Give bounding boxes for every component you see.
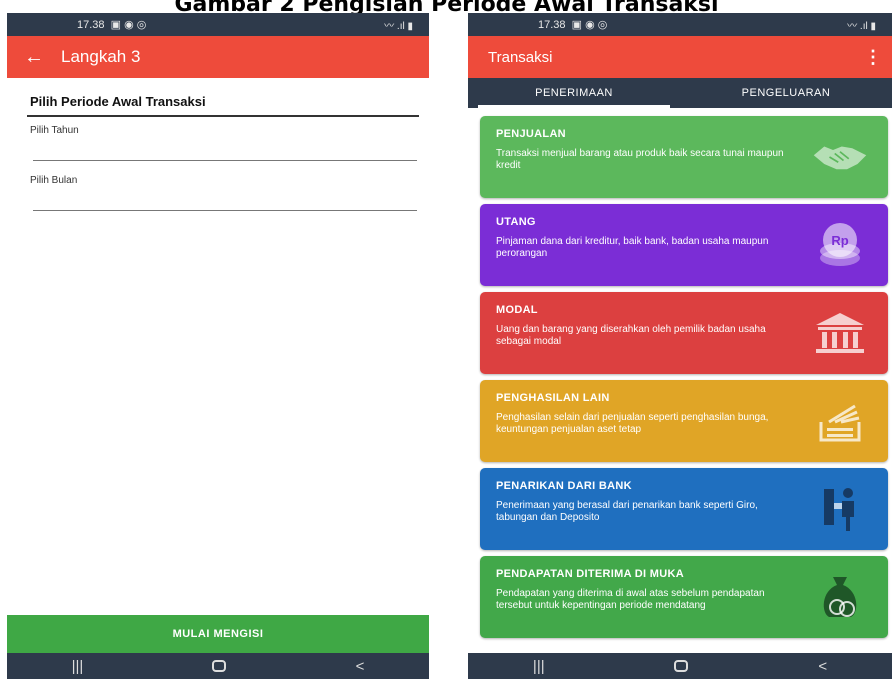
month-select-field[interactable] [33,210,417,211]
bank-icon [812,309,868,357]
left-phone-screen: 17.38 ▣ ◉ ◎ 〰 .ıl ▮ ← Langkah 3 Pilih Pe… [7,13,429,679]
status-bar: 17.38 ▣ ◉ ◎ 〰 .ıl ▮ [468,13,892,36]
handshake-icon [812,133,868,181]
card-title: MODAL [496,304,538,316]
card-penjualan[interactable]: PENJUALAN Transaksi menjual barang atau … [480,116,888,198]
status-notification-icons: ▣ ◉ ◎ [110,19,147,31]
card-description: Penerimaan yang berasal dari penarikan b… [496,500,758,523]
svg-text:Rp: Rp [831,233,848,248]
home-icon[interactable] [212,660,227,672]
card-title: UTANG [496,216,536,228]
card-title: PENDAPATAN DITERIMA DI MUKA [496,568,684,580]
status-signal-icons: 〰 .ıl ▮ [384,21,413,32]
home-icon[interactable] [674,660,689,672]
card-penghasilan-lain[interactable]: PENGHASILAN LAIN Penghasilan selain dari… [480,380,888,462]
money-bag-icon [812,573,868,621]
card-modal[interactable]: MODAL Uang dan barang yang diserahkan ol… [480,292,888,374]
card-description: Pinjaman dana dari kreditur, baik bank, … [496,236,769,259]
status-bar: 17.38 ▣ ◉ ◎ 〰 .ıl ▮ [7,13,429,36]
card-description: Uang dan barang yang diserahkan oleh pem… [496,324,766,347]
tab-penerimaan[interactable]: PENERIMAAN [468,78,680,108]
atm-withdraw-icon [812,485,868,533]
year-select-field[interactable] [33,160,417,161]
year-field-label: Pilih Tahun [30,125,79,136]
coin-icon: Rp [812,221,868,269]
cash-stack-icon [812,397,868,445]
period-form: Pilih Periode Awal Transaksi Pilih Tahun… [7,78,429,211]
status-time: 17.38 [538,19,566,31]
section-heading: Pilih Periode Awal Transaksi [27,94,419,117]
recent-apps-icon[interactable]: ||| [533,658,545,675]
back-arrow-icon[interactable]: ← [7,46,61,69]
overflow-menu-icon[interactable]: ⋮ [864,47,882,68]
screenshot-root: Gambar 2 Pengisian Periode Awal Transaks… [0,0,893,679]
card-pendapatan-diterima-di-muka[interactable]: PENDAPATAN DITERIMA DI MUKA Pendapatan y… [480,556,888,638]
right-phone-screen: 17.38 ▣ ◉ ◎ 〰 .ıl ▮ Transaksi ⋮ PENERIMA… [468,13,892,679]
app-bar: ← Langkah 3 [7,36,429,78]
card-title: PENARIKAN DARI BANK [496,480,632,492]
status-time: 17.38 [77,19,105,31]
card-description: Pendapatan yang diterima di awal atas se… [496,588,765,611]
status-signal-icons: 〰 .ıl ▮ [847,21,876,32]
card-title: PENJUALAN [496,128,566,140]
recent-apps-icon[interactable]: ||| [72,658,84,675]
card-title: PENGHASILAN LAIN [496,392,610,404]
app-bar: Transaksi ⋮ [468,36,892,78]
transaction-tabs: PENERIMAAN PENGELUARAN [468,78,892,108]
receipt-card-list: PENJUALAN Transaksi menjual barang atau … [468,108,892,638]
card-penarikan-dari-bank[interactable]: PENARIKAN DARI BANK Penerimaan yang bera… [480,468,888,550]
month-field-label: Pilih Bulan [30,175,78,186]
page-title: Transaksi [488,48,553,66]
start-filling-button[interactable]: MULAI MENGISI [7,615,429,653]
nav-back-icon[interactable]: < [818,658,827,675]
android-nav-bar: ||| < [7,653,429,679]
nav-back-icon[interactable]: < [356,658,365,675]
android-nav-bar: ||| < [468,653,892,679]
card-utang[interactable]: UTANG Pinjaman dana dari kreditur, baik … [480,204,888,286]
card-description: Transaksi menjual barang atau produk bai… [496,148,784,171]
tab-pengeluaran[interactable]: PENGELUARAN [680,78,892,108]
card-description: Penghasilan selain dari penjualan sepert… [496,412,769,435]
status-notification-icons: ▣ ◉ ◎ [571,19,608,31]
page-title: Langkah 3 [61,47,141,66]
